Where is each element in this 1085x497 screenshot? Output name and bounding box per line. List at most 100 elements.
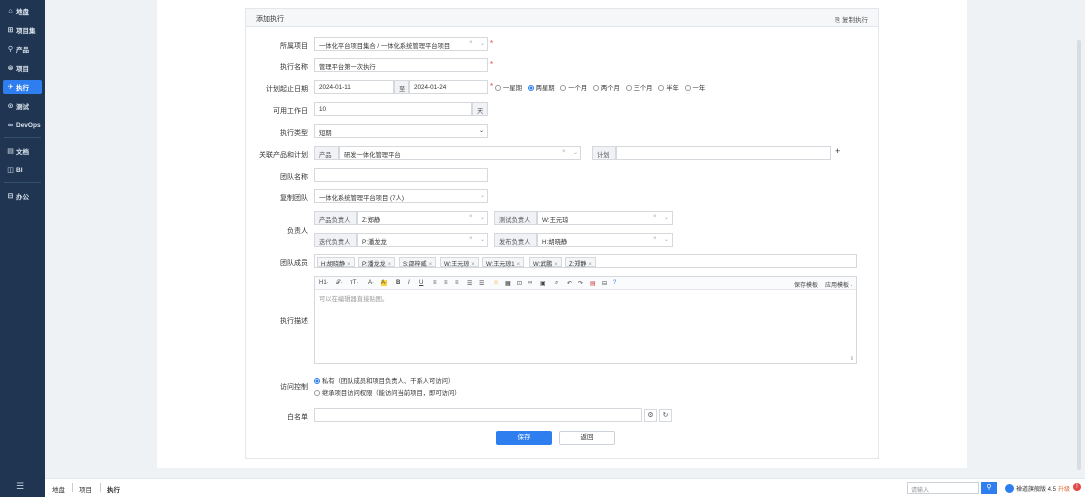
- nav-project[interactable]: ⊜ 项目: [3, 61, 42, 75]
- type-select[interactable]: 短期: [314, 124, 488, 138]
- template-icon[interactable]: ▤: [590, 280, 596, 287]
- clear-icon[interactable]: ×: [562, 149, 566, 155]
- nav-bi[interactable]: ◫ BI: [3, 163, 42, 177]
- remove-icon[interactable]: ×: [517, 262, 521, 267]
- clear-icon[interactable]: ×: [469, 236, 473, 242]
- end-date-input[interactable]: 2024-01-24: [409, 80, 488, 94]
- upgrade-link[interactable]: 升级: [1058, 484, 1070, 493]
- align-center-icon[interactable]: ≡: [444, 280, 448, 286]
- breadcrumb-item[interactable]: 项目: [79, 484, 92, 494]
- font-button[interactable]: 𝒯·: [336, 280, 343, 287]
- copy-execution-button[interactable]: ⎘ 复制执行: [835, 14, 868, 25]
- apply-template-button[interactable]: 应用模板 ·: [825, 280, 853, 289]
- alert-icon[interactable]: !: [1073, 483, 1081, 491]
- owner-value: H:胡晓静: [542, 239, 568, 246]
- team-name-input[interactable]: [314, 168, 488, 182]
- nav-product[interactable]: ⚲ 产品: [3, 42, 42, 56]
- product-select[interactable]: 研发一体化管理平台: [339, 146, 581, 160]
- nav-label: 项目集: [16, 28, 36, 35]
- nav-program[interactable]: ⊞ 项目集: [3, 23, 42, 37]
- date-option[interactable]: 一个月: [560, 85, 587, 92]
- redo-icon[interactable]: ↷: [578, 280, 583, 287]
- member-tag[interactable]: W:武鹏 ×: [529, 257, 562, 267]
- search-icon[interactable]: ⌕: [555, 280, 558, 287]
- member-tag[interactable]: P:潘龙龙 ×: [358, 257, 396, 267]
- remove-icon[interactable]: ×: [554, 262, 558, 267]
- chart-icon: ◫: [7, 167, 14, 174]
- date-option[interactable]: 两星期: [527, 85, 555, 92]
- search-icon[interactable]: ⚲: [981, 482, 997, 494]
- remove-icon[interactable]: ×: [429, 262, 433, 267]
- remove-icon[interactable]: ×: [471, 262, 475, 267]
- date-option[interactable]: 三个月: [625, 85, 652, 92]
- align-left-icon[interactable]: ≡: [433, 280, 437, 286]
- align-right-icon[interactable]: ≡: [455, 280, 459, 286]
- table-icon[interactable]: ⊡: [517, 280, 522, 287]
- description-editor[interactable]: H1· 𝒯· ᴛT· A· A· B I U ≡ ≡ ≡ ☰ ☰ ☺ ▦ ⊡ ∞…: [314, 276, 857, 364]
- remove-icon[interactable]: ×: [347, 262, 351, 267]
- team-name-label: 团队名称: [280, 174, 308, 181]
- remove-icon[interactable]: ×: [388, 262, 392, 267]
- undo-icon[interactable]: ↶: [567, 280, 572, 287]
- date-option[interactable]: 一年: [684, 85, 705, 92]
- gear-icon[interactable]: ⚙: [644, 409, 657, 422]
- days-input[interactable]: 10: [314, 102, 472, 116]
- source-icon[interactable]: ⊟: [602, 280, 607, 287]
- image-icon[interactable]: ▦: [505, 280, 511, 287]
- nav-office[interactable]: ⊟ 办公: [3, 189, 42, 203]
- back-button[interactable]: 返回: [559, 431, 615, 445]
- nav-doc[interactable]: ▤ 文档: [3, 144, 42, 158]
- member-tag[interactable]: S:邵梓威 ×: [399, 257, 437, 267]
- nav-devops[interactable]: ∞ DevOps: [3, 118, 42, 132]
- unordered-list-icon[interactable]: ☰: [479, 280, 484, 287]
- name-input[interactable]: 管理平台第一次执行: [314, 58, 488, 72]
- whitelist-select[interactable]: [314, 408, 642, 422]
- help-icon[interactable]: ?: [613, 280, 616, 286]
- date-option[interactable]: 半年: [658, 85, 679, 92]
- bold-button[interactable]: B: [396, 280, 400, 286]
- italic-button[interactable]: I: [408, 280, 410, 286]
- chevron-down-icon: ⌄: [479, 128, 485, 134]
- remove-icon[interactable]: ×: [588, 262, 592, 267]
- link-icon[interactable]: ∞: [528, 280, 532, 286]
- code-icon[interactable]: ▣: [540, 280, 546, 287]
- font-color-button[interactable]: A·: [368, 280, 374, 286]
- menu-toggle-icon[interactable]: ☰: [16, 481, 24, 492]
- scrollbar[interactable]: [1077, 40, 1081, 470]
- highlight-button[interactable]: A·: [381, 280, 387, 286]
- global-search-input[interactable]: 请输入: [907, 482, 979, 494]
- members-select[interactable]: H:胡晓静 × P:潘龙龙 × S:邵梓威 × W:王元琼 × W:王元琼1 × W:武鹏…: [314, 254, 857, 268]
- acl-private-option[interactable]: 私有（团队成员和项目负责人、干系人可访问）: [314, 376, 454, 385]
- underline-button[interactable]: U: [419, 280, 423, 286]
- add-product-button[interactable]: +: [835, 146, 840, 156]
- date-option[interactable]: 一星期: [495, 85, 522, 92]
- emoji-icon[interactable]: ☺: [493, 280, 499, 286]
- begin-date-input[interactable]: 2024-01-11: [314, 80, 394, 94]
- plan-select[interactable]: [616, 146, 831, 160]
- clear-icon[interactable]: ×: [469, 214, 473, 220]
- version-info[interactable]: 禅道旗舰版 4.5: [1005, 484, 1056, 493]
- clear-icon[interactable]: ×: [653, 214, 657, 220]
- project-select[interactable]: 一体化平台项目集合 / 一体化系统管理平台项目: [314, 37, 488, 51]
- ordered-list-icon[interactable]: ☰: [467, 280, 472, 287]
- copy-team-select[interactable]: 一体化系统管理平台项目 (7人): [314, 189, 488, 203]
- date-option[interactable]: 两个月: [592, 85, 620, 92]
- refresh-icon[interactable]: ↻: [659, 409, 672, 422]
- acl-inherit-option[interactable]: 继承项目访问权限（能访问当前项目，即可访问）: [314, 388, 461, 397]
- member-tag[interactable]: W:王元琼 ×: [440, 257, 479, 267]
- nav-dashboard[interactable]: ⌂ 地盘: [3, 4, 42, 18]
- resize-handle-icon[interactable]: ⇕: [850, 356, 854, 362]
- clear-icon[interactable]: ×: [653, 236, 657, 242]
- nav-qa[interactable]: ⊙ 测试: [3, 99, 42, 113]
- breadcrumb-item[interactable]: 地盘: [52, 484, 65, 494]
- heading-button[interactable]: H1·: [319, 280, 329, 286]
- nav-execution[interactable]: ✈ 执行: [3, 80, 42, 94]
- save-button[interactable]: 保存: [496, 431, 552, 445]
- clear-icon[interactable]: ×: [469, 40, 473, 46]
- member-tag[interactable]: Z:郑静 ×: [565, 257, 596, 267]
- save-template-button[interactable]: 保存模板: [794, 280, 818, 289]
- member-tag[interactable]: W:王元琼1 ×: [482, 257, 525, 267]
- owner-label: 负责人: [287, 228, 308, 235]
- font-size-button[interactable]: ᴛT·: [350, 280, 358, 286]
- member-tag[interactable]: H:胡晓静 ×: [317, 257, 355, 267]
